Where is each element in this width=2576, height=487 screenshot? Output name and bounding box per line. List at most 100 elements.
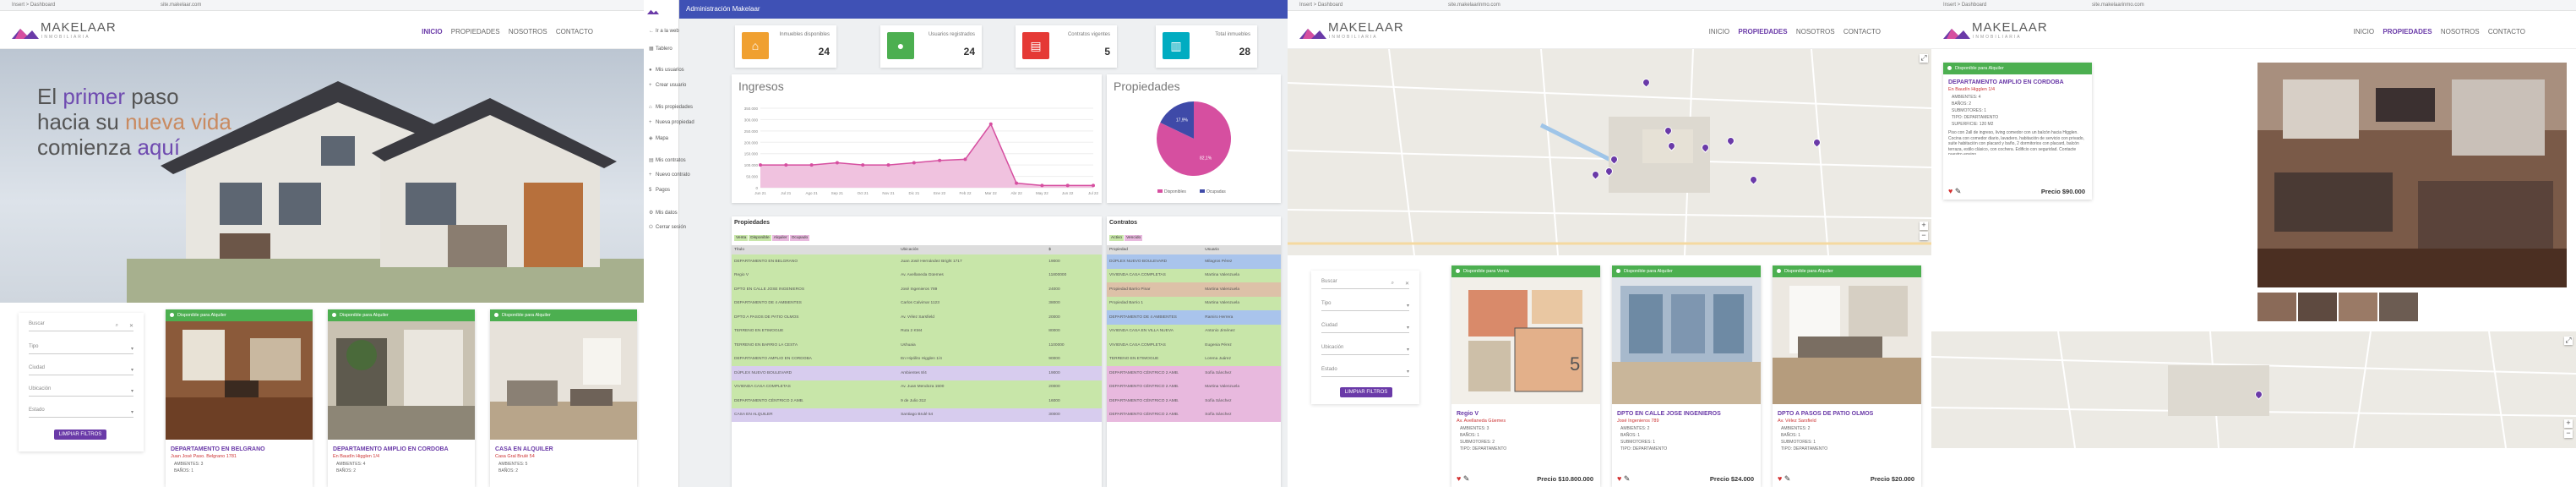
col-usuario[interactable]: Usuario: [1202, 245, 1281, 254]
ciudad-select[interactable]: Ciudad ▾: [1321, 323, 1409, 333]
col-titulo[interactable]: Título: [732, 245, 899, 254]
data-point[interactable]: [963, 157, 967, 161]
browser-tab[interactable]: Insert > Dashboard: [1299, 3, 1342, 8]
nav-inicio[interactable]: INICIO: [1709, 28, 1729, 36]
property-title[interactable]: DPTO EN CALLE JOSE INGENIEROS: [1612, 408, 1761, 417]
sidebar-item-nuevo-contrato[interactable]: + Nuevo contrato: [649, 172, 690, 178]
data-point[interactable]: [861, 163, 865, 167]
table-row[interactable]: DEPARTAMENTO CÉNTRICO 2 AMB. Sofía Sánche…: [1107, 394, 1281, 408]
data-point[interactable]: [988, 122, 993, 126]
browser-tab[interactable]: Insert > Dashboard: [1943, 3, 1986, 8]
table-row[interactable]: DEPARTAMENTO CÉNTRICO 2 AMB. Martina Vale…: [1107, 380, 1281, 394]
tipo-select[interactable]: Tipo ▾: [1321, 301, 1409, 311]
table-row[interactable]: Propiedad Barrio Pinar Martina Valenzuela: [1107, 282, 1281, 297]
sidebar-item-nueva-propiedad[interactable]: + Nueva propiedad: [649, 120, 694, 125]
table-row[interactable]: TERRENO EN ETIMOGUE Ruta 2 KM4 80000: [732, 324, 1102, 338]
table-row[interactable]: Propiedad Barrio 1 Martina Valenzuela: [1107, 296, 1281, 310]
nav-contacto[interactable]: CONTACTO: [556, 28, 593, 36]
browser-url[interactable]: site.makelaarinmo.com: [2092, 3, 2144, 8]
zoom-in-button[interactable]: +: [2564, 419, 2573, 428]
table-row[interactable]: DEPARTAMENTO AMPLIO EN CORDOBA En Hipólit…: [732, 352, 1102, 366]
property-title[interactable]: DEPARTAMENTO AMPLIO EN CORDOBA: [328, 444, 475, 452]
data-point[interactable]: [809, 163, 814, 167]
edit-icon[interactable]: ✎: [1624, 474, 1631, 483]
table-row[interactable]: DEPARTAMENTO DE 4 AMBIENTES Ramiro Herrer…: [1107, 310, 1281, 325]
sidebar-item-logout[interactable]: ⏻ Cerrar sesión: [649, 225, 686, 231]
property-card[interactable]: Disponible para Alquiler DEPARTAMENTO EN…: [166, 309, 313, 487]
logo[interactable]: MAKELAAR INMOBILIARIA: [1943, 19, 2047, 42]
nav-contacto[interactable]: CONTACTO: [1844, 28, 1881, 36]
heart-icon[interactable]: ♥: [1457, 474, 1461, 483]
table-row[interactable]: VIVIENDA CASA COMPLETAS Av. Juan Mendoza …: [732, 380, 1102, 394]
data-point[interactable]: [1040, 183, 1044, 188]
zoom-out-button[interactable]: −: [1920, 232, 1928, 240]
logo[interactable]: MAKELAAR INMOBILIARIA: [1299, 19, 1403, 42]
property-title[interactable]: DEPARTAMENTO EN BELGRANO: [166, 444, 313, 452]
ciudad-select[interactable]: Ciudad ▾: [29, 365, 133, 375]
data-point[interactable]: [1015, 181, 1019, 185]
search-icon[interactable]: ⌕: [1391, 281, 1394, 287]
table-row[interactable]: CASA EN ALQUILER Santiago Brulé 54 30000: [732, 408, 1102, 422]
property-card[interactable]: Disponible para Venta 5 Regio V Av. Avel…: [1451, 265, 1600, 487]
data-point[interactable]: [835, 161, 839, 165]
property-photo[interactable]: [1612, 277, 1761, 404]
properties-map[interactable]: ⤢ + −: [1288, 49, 1931, 255]
nav-nosotros[interactable]: NOSOTROS: [509, 28, 547, 36]
table-row[interactable]: DEPARTAMENTO CÉNTRICO 2 AMB. 9 de Julio 3…: [732, 394, 1102, 408]
sidebar-item-mapa[interactable]: ◈ Mapa: [649, 135, 668, 141]
sidebar-item-tablero[interactable]: ▦ Tablero: [649, 46, 673, 52]
fullscreen-icon[interactable]: ⤢: [1920, 54, 1928, 63]
nav-contacto[interactable]: CONTACTO: [2488, 28, 2525, 36]
table-row[interactable]: DÚPLEX NUEVO BOULEVARD Milagros Pérez: [1107, 254, 1281, 269]
ubicacion-select[interactable]: Ubicación ▾: [29, 386, 133, 397]
table-row[interactable]: DEPARTAMENTO CÉNTRICO 2 AMB. Sofía Sánche…: [1107, 408, 1281, 422]
table-row[interactable]: VIVIENDA CASA COMPLETAS Martina Valenzuel…: [1107, 268, 1281, 282]
table-row[interactable]: DEPARTAMENTO DE 4 AMBIENTES Carlos Calvim…: [732, 296, 1102, 310]
estado-select[interactable]: Estado ▾: [1321, 367, 1409, 377]
col-ubicacion[interactable]: Ubicación: [898, 245, 1047, 254]
table-row[interactable]: DEPARTAMENTO EN BELGRANO Juan José Hernán…: [732, 254, 1102, 269]
heart-icon[interactable]: ♥: [1948, 187, 1952, 195]
admin-logo[interactable]: [647, 5, 678, 17]
property-card[interactable]: Disponible para Alquiler CASA EN ALQUILE…: [490, 309, 637, 487]
nav-propiedades[interactable]: PROPIEDADES: [451, 28, 500, 36]
sidebar-item-propiedades[interactable]: ⌂ Mis propiedades: [649, 105, 693, 110]
table-row[interactable]: DEPARTAMENTO CÉNTRICO 2 AMB. Sofía Sánche…: [1107, 366, 1281, 380]
table-row[interactable]: DPTO EN CALLE JOSE INGENIEROS José Ingeni…: [732, 282, 1102, 297]
nav-inicio[interactable]: INICIO: [2354, 28, 2374, 36]
thumbnail-photo[interactable]: [2298, 293, 2337, 321]
data-point[interactable]: [938, 158, 942, 162]
search-icon[interactable]: ⌕: [116, 323, 118, 329]
property-title[interactable]: Regio V: [1451, 408, 1600, 417]
tipo-select[interactable]: Tipo ▾: [29, 344, 133, 354]
nav-inicio[interactable]: INICIO: [422, 28, 442, 36]
browser-url[interactable]: site.makelaarinmo.com: [1448, 3, 1500, 8]
heart-icon[interactable]: ♥: [1778, 474, 1782, 483]
property-photo[interactable]: [328, 321, 475, 440]
logo[interactable]: MAKELAAR INMOBILIARIA: [12, 19, 116, 42]
property-title[interactable]: CASA EN ALQUILER: [490, 444, 637, 452]
table-row[interactable]: TERRENO EN BARRIO LA CESTA Ushuaia 1100000: [732, 338, 1102, 353]
data-point[interactable]: [1065, 183, 1070, 188]
edit-icon[interactable]: ✎: [1955, 187, 1962, 195]
clear-filters-button[interactable]: LIMPIAR FILTROS: [1340, 387, 1392, 397]
sidebar-item-web[interactable]: ← Ir a la web: [649, 29, 679, 34]
nav-nosotros[interactable]: NOSOTROS: [2441, 28, 2480, 36]
zoom-in-button[interactable]: +: [1920, 222, 1928, 230]
estado-select[interactable]: Estado ▾: [29, 408, 133, 418]
nav-propiedades[interactable]: PROPIEDADES: [1738, 28, 1787, 36]
property-card[interactable]: Disponible para Alquiler DEPARTAMENTO AM…: [328, 309, 475, 487]
fullscreen-icon[interactable]: ⤢: [2564, 337, 2573, 345]
property-location-map[interactable]: ⤢ + −: [1931, 331, 2576, 448]
sidebar-item-contratos[interactable]: ▤ Mis contratos: [649, 157, 686, 163]
property-main-photo[interactable]: [2257, 63, 2567, 287]
search-input[interactable]: Buscar ⌕ ✕: [29, 321, 133, 331]
clear-filters-button[interactable]: LIMPIAR FILTROS: [54, 430, 106, 440]
table-row[interactable]: VIVIENDA CASA COMPLETAS Eugenia Pérez: [1107, 338, 1281, 353]
nav-nosotros[interactable]: NOSOTROS: [1796, 28, 1835, 36]
property-photo[interactable]: [1773, 277, 1921, 404]
ubicacion-select[interactable]: Ubicación ▾: [1321, 345, 1409, 355]
thumbnail-photo[interactable]: [2339, 293, 2377, 321]
property-photo[interactable]: [166, 321, 313, 440]
table-row[interactable]: VIVIENDA CASA EN VILLA NUEVA Antonio Jimé…: [1107, 324, 1281, 338]
